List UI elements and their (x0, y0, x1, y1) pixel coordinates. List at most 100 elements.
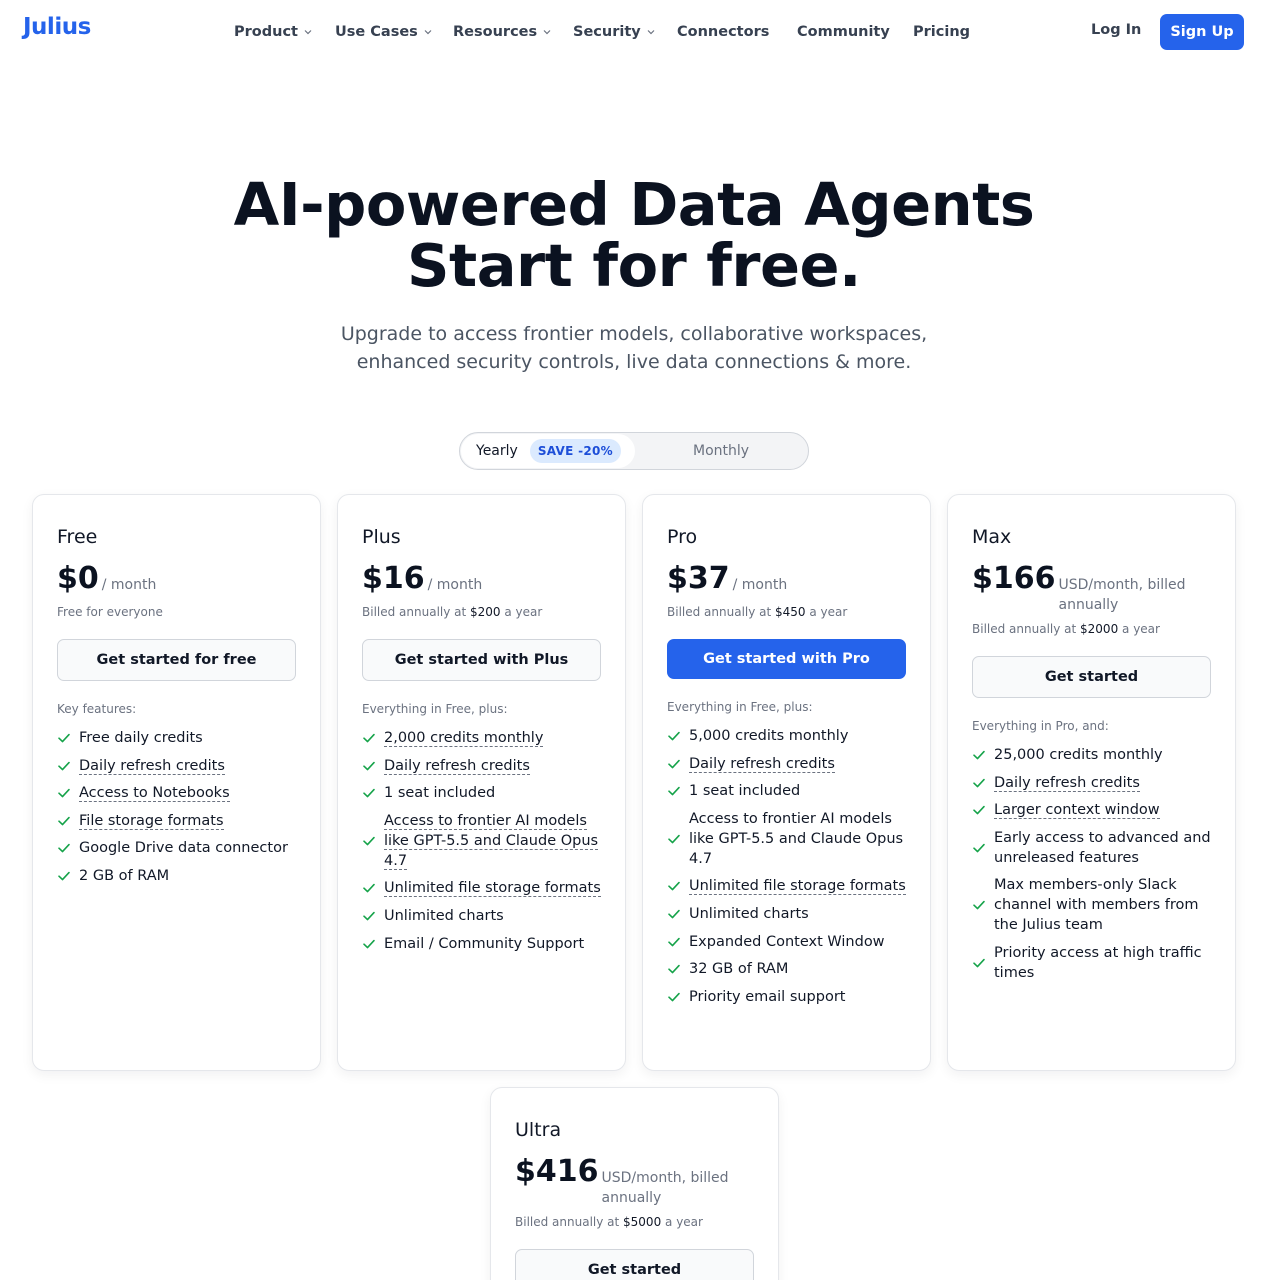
main-nav: Product Use Cases Resources Security Con… (0, 0, 1280, 64)
feature-text[interactable]: Daily refresh credits (689, 754, 835, 774)
feature-text[interactable]: File storage formats (79, 811, 224, 831)
check-icon (57, 814, 71, 828)
feature-item: Early access to advanced and unreleased … (972, 828, 1212, 868)
check-icon (972, 776, 986, 790)
feature-item: Unlimited file storage formats (362, 878, 602, 898)
plan-price: $37 (667, 561, 730, 596)
feature-text: 2 GB of RAM (79, 866, 169, 886)
chevron-down-icon (647, 28, 655, 36)
feature-item: 1 seat included (362, 783, 602, 803)
pricing-card-pro: Pro $37/ month Billed annually at $450 a y… (642, 494, 931, 1071)
nav-item-label: Resources (453, 24, 538, 40)
feature-item: Daily refresh credits (972, 773, 1212, 793)
feature-text: Email / Community Support (384, 934, 584, 954)
pricing-card-ultra: Ultra $416 USD/month, billed annually Bille… (490, 1087, 779, 1280)
check-icon (362, 759, 376, 773)
plan-price: $16 (362, 561, 425, 596)
get-started-pro-button[interactable]: Get started with Pro (667, 639, 906, 679)
feature-label: Daily refresh credits (689, 755, 835, 773)
feature-item: Max members-only Slack channel with memb… (972, 875, 1212, 935)
feature-text[interactable]: Access to frontier AI models like GPT-5.… (384, 811, 602, 871)
feature-text[interactable]: Access to Notebooks (79, 783, 230, 803)
check-icon (667, 757, 681, 771)
billing-note: Free for everyone (57, 605, 163, 619)
feature-list: 2,000 credits monthly Daily refresh credi… (362, 728, 602, 961)
billing-note: Billed annually at $2000 a year (972, 622, 1160, 636)
billing-note-text: Free for everyone (57, 605, 163, 619)
feature-item: Email / Community Support (362, 934, 602, 954)
check-icon (362, 937, 376, 951)
nav-item-pricing[interactable]: Pricing (913, 22, 970, 42)
feature-label: Access to frontier AI models like GPT-5.… (689, 810, 904, 867)
feature-item: File storage formats (57, 811, 297, 831)
nav-item-use-cases[interactable]: Use Cases (335, 22, 432, 42)
feature-text: Google Drive data connector (79, 838, 288, 858)
plan-price: $416 (515, 1154, 599, 1189)
feature-label: Access to frontier AI models like GPT-5.… (384, 812, 599, 870)
feature-item: Larger context window (972, 800, 1212, 820)
chevron-down-icon (304, 28, 312, 36)
plan-price: $0 (57, 561, 99, 596)
login-link[interactable]: Log In (1091, 22, 1141, 38)
plan-period: USD/month, billed annually (1058, 577, 1186, 613)
get-started-free-button[interactable]: Get started for free (57, 639, 296, 681)
feature-text: Expanded Context Window (689, 932, 885, 952)
billing-option-monthly[interactable]: Monthly (693, 443, 749, 459)
check-icon (667, 962, 681, 976)
page-subtitle-line: Upgrade to access frontier models, colla… (340, 323, 928, 345)
price-row: $416 USD/month, billed annually (515, 1154, 742, 1208)
check-icon (362, 909, 376, 923)
billing-option-yearly[interactable]: Yearly SAVE -20% (461, 434, 635, 468)
feature-label: Access to Notebooks (79, 785, 230, 803)
billing-note-suffix: a year (1118, 622, 1160, 636)
feature-label: Larger context window (994, 802, 1160, 820)
check-icon (667, 879, 681, 893)
check-icon (972, 956, 986, 970)
nav-item-resources[interactable]: Resources (453, 22, 551, 42)
feature-label: Google Drive data connector (79, 840, 288, 857)
billing-note: Billed annually at $200 a year (362, 605, 542, 619)
nav-item-community[interactable]: Community (797, 22, 890, 42)
check-icon (972, 803, 986, 817)
nav-item-product[interactable]: Product (234, 22, 312, 42)
feature-label: Early access to advanced and unreleased … (994, 829, 1211, 866)
feature-text: Priority email support (689, 987, 845, 1007)
feature-label: 1 seat included (689, 783, 801, 800)
feature-text[interactable]: 2,000 credits monthly (384, 728, 544, 748)
nav-item-security[interactable]: Security (573, 22, 655, 42)
feature-label: Priority access at high traffic times (994, 944, 1202, 981)
feature-label: Unlimited file storage formats (689, 878, 906, 896)
signup-button[interactable]: Sign Up (1160, 14, 1244, 50)
feature-label: 2 GB of RAM (79, 867, 170, 884)
chevron-down-icon (424, 28, 432, 36)
feature-text[interactable]: Daily refresh credits (994, 773, 1140, 793)
features-heading: Everything in Free, plus: (667, 700, 813, 714)
feature-item: Unlimited charts (667, 904, 907, 924)
pricing-card-plus: Plus $16/ month Billed annually at $200 a … (337, 494, 626, 1071)
check-icon (972, 748, 986, 762)
get-started-plus-button[interactable]: Get started with Plus (362, 639, 601, 681)
billing-note-suffix: a year (500, 605, 543, 619)
feature-item: 5,000 credits monthly (667, 726, 907, 746)
nav-item-label: Security (573, 24, 641, 40)
feature-text: 32 GB of RAM (689, 959, 788, 979)
check-icon (667, 935, 681, 949)
feature-text[interactable]: Unlimited file storage formats (689, 876, 906, 896)
feature-item: Access to Notebooks (57, 783, 297, 803)
feature-text[interactable]: Daily refresh credits (79, 756, 225, 776)
billing-note-text: Billed annually at (667, 605, 776, 619)
feature-text[interactable]: Unlimited file storage formats (384, 878, 601, 898)
feature-label: Unlimited charts (689, 905, 809, 922)
get-started-max-button[interactable]: Get started (972, 656, 1211, 698)
get-started-ultra-button[interactable]: Get started (515, 1249, 754, 1280)
feature-text[interactable]: Daily refresh credits (384, 756, 530, 776)
plan-name: Plus (362, 526, 401, 548)
price-row: $16/ month (362, 561, 482, 597)
page-title-line: Start for free. (407, 231, 861, 300)
feature-label: Free daily credits (79, 730, 203, 746)
feature-item: Expanded Context Window (667, 932, 907, 952)
feature-text[interactable]: Larger context window (994, 800, 1160, 820)
features-heading: Everything in Pro, and: (972, 719, 1109, 733)
feature-text: Priority access at high traffic times (994, 943, 1212, 983)
nav-item-connectors[interactable]: Connectors (677, 22, 769, 42)
